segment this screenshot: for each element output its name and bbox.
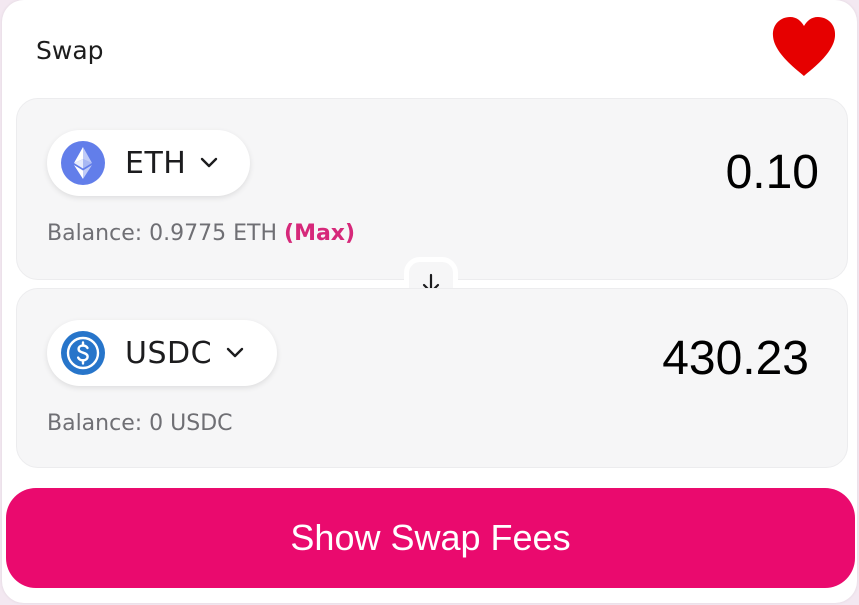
show-swap-fees-button[interactable]: Show Swap Fees bbox=[6, 488, 855, 588]
to-amount[interactable]: 430.23 bbox=[662, 331, 809, 386]
chevron-down-icon bbox=[201, 157, 218, 168]
heart-icon[interactable] bbox=[770, 16, 838, 78]
swap-card: Swap ETH 0.10 Balance: 0.9775 ETH (Max) bbox=[2, 0, 857, 603]
from-balance-text: Balance: 0.9775 ETH bbox=[47, 221, 278, 246]
from-token-selector[interactable]: ETH bbox=[47, 130, 250, 196]
usdc-icon bbox=[61, 331, 105, 375]
page-title: Swap bbox=[36, 36, 104, 65]
to-token-symbol: USDC bbox=[125, 335, 213, 371]
from-token-symbol: ETH bbox=[125, 145, 187, 181]
from-balance: Balance: 0.9775 ETH (Max) bbox=[47, 221, 355, 246]
from-amount[interactable]: 0.10 bbox=[726, 145, 819, 200]
to-token-panel: USDC 430.23 Balance: 0 USDC bbox=[16, 288, 848, 468]
to-token-selector[interactable]: USDC bbox=[47, 320, 277, 386]
chevron-down-icon bbox=[226, 347, 244, 358]
max-button[interactable]: (Max) bbox=[284, 221, 355, 246]
to-balance: Balance: 0 USDC bbox=[47, 411, 233, 436]
ethereum-icon bbox=[61, 141, 105, 185]
from-token-panel: ETH 0.10 Balance: 0.9775 ETH (Max) bbox=[16, 98, 848, 280]
